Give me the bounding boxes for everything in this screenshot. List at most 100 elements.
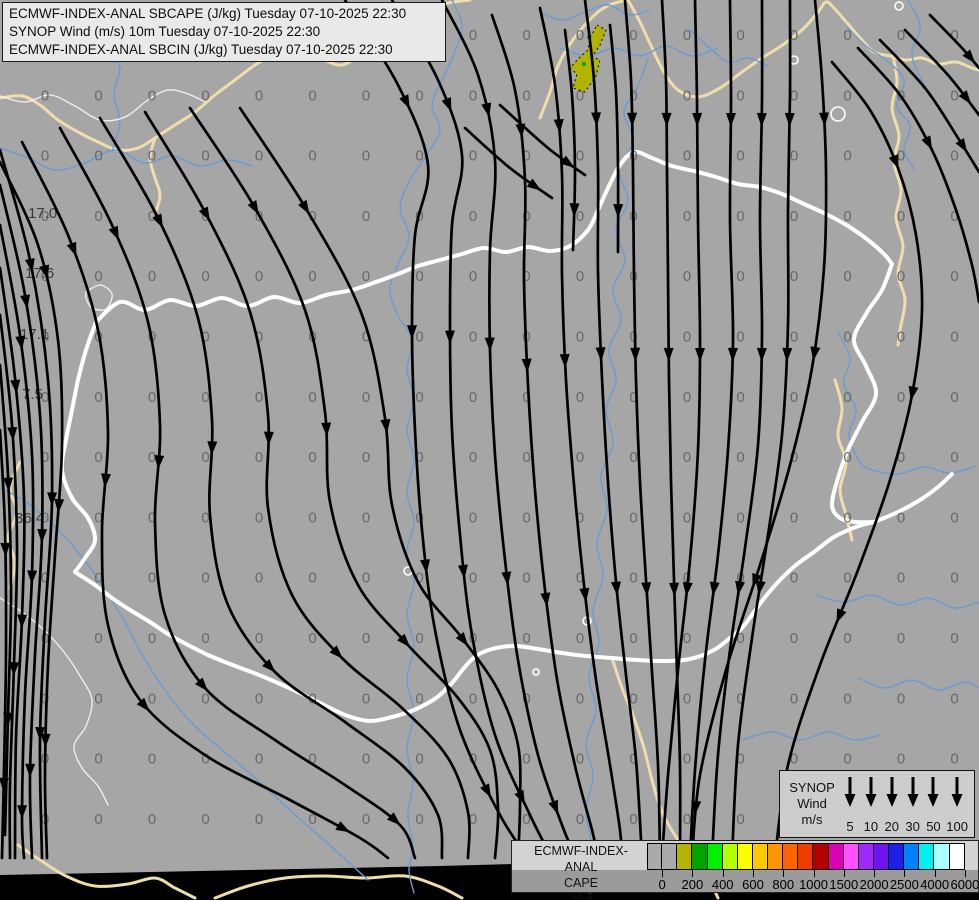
cape-color-swatch: [783, 843, 798, 870]
sbcin-grid-value: 0: [897, 389, 905, 406]
sbcin-grid-value: 0: [469, 268, 477, 285]
wind-speed-label: 20: [884, 819, 898, 834]
cape-tick-mark: [723, 870, 724, 877]
sbcin-grid-value: 0: [950, 630, 958, 647]
down-arrow-icon: [884, 774, 900, 808]
sbcin-grid-value: 0: [843, 630, 851, 647]
sbcin-grid-value: 0: [362, 87, 370, 104]
cape-tick-value: 400: [712, 877, 734, 892]
wind-legend-title-line: SYNOP: [789, 780, 835, 796]
sbcin-grid-value: 0: [736, 509, 744, 526]
cape-legend-title-line: CAPE: [520, 875, 642, 891]
cape-color-swatch: [677, 843, 692, 870]
title-line-sbcin: ECMWF-INDEX-ANAL SBCIN (J/kg) Tuesday 07…: [9, 41, 439, 59]
sbcin-grid-value: 0: [790, 630, 798, 647]
sbcin-grid-value: 0: [94, 690, 102, 707]
sbcin-grid-value: 0: [201, 449, 209, 466]
sbcin-grid-value: 0: [148, 449, 156, 466]
sbcin-grid-value: 0: [415, 690, 423, 707]
sbcin-grid-value: 0: [41, 87, 49, 104]
cape-tick-value: 4000: [920, 877, 949, 892]
sbcin-grid-value: 0: [362, 630, 370, 647]
sbcin-grid-value: 0: [950, 690, 958, 707]
sbcin-grid-value: 0: [362, 690, 370, 707]
cape-color-swatch: [874, 843, 889, 870]
wind-speed-label: 10: [864, 819, 878, 834]
sbcin-grid-value: 0: [576, 449, 584, 466]
sbcin-grid-value: 0: [308, 449, 316, 466]
sbcin-grid-value: 0: [469, 329, 477, 346]
sbcin-grid-value: 0: [843, 148, 851, 165]
wind-legend-title-line: Wind: [797, 796, 827, 812]
cape-tick-mark: [783, 870, 784, 877]
sbcin-grid-value: 0: [415, 811, 423, 828]
sbcin-grid-value: 0: [683, 268, 691, 285]
sbcin-grid-value: 0: [469, 570, 477, 587]
sbcin-grid-value: 0: [255, 751, 263, 768]
sbcin-grid-value: 0: [255, 449, 263, 466]
cape-color-swatch: [692, 843, 707, 870]
cape-tick-mark: [753, 870, 754, 877]
down-arrow-icon: [925, 774, 941, 808]
sbcin-grid-value: 0: [683, 509, 691, 526]
sbcin-grid-value: 0: [94, 630, 102, 647]
sbcin-grid-value: 0: [790, 268, 798, 285]
sbcin-grid-value: 0: [469, 449, 477, 466]
cape-tick-mark: [662, 870, 663, 877]
cape-color-swatch: [934, 843, 949, 870]
sbcin-grid-value: 0: [469, 87, 477, 104]
wind-legend: SYNOP Wind m/s 510203050100: [779, 770, 975, 838]
down-arrow-icon: [842, 774, 858, 808]
sbcin-grid-value: 0: [362, 148, 370, 165]
weather-map-view: 0 0 0 0 0 0 0 0 0 0 0 0 0 0 0 0 0 0 0 0 0 0 0 0 0 0 0 0 0 0 0 0 0 0 0 0 0 0 0 0…: [0, 0, 979, 900]
wind-legend-title: SYNOP Wind m/s: [784, 774, 840, 834]
sbcin-grid-value: 0: [683, 148, 691, 165]
sbcin-grid-value: 0: [790, 389, 798, 406]
cape-tick-value: 0: [659, 877, 666, 892]
sbcin-grid-value: 0: [576, 148, 584, 165]
sbcin-grid-value: 0: [522, 27, 530, 44]
sbcin-grid-value: 0: [415, 389, 423, 406]
cape-color-swatch: [753, 843, 768, 870]
sbcin-grid-value: 0: [576, 27, 584, 44]
sbcin-grid-value: 0: [469, 27, 477, 44]
sbcin-grid-value: 0: [94, 208, 102, 225]
sbcin-grid-value: 0: [148, 268, 156, 285]
sbcin-grid-value: 0: [522, 87, 530, 104]
sbcin-grid-value: 0: [255, 811, 263, 828]
sbcin-grid-value: 0: [201, 389, 209, 406]
sbcin-grid-value: 0: [736, 87, 744, 104]
sbcin-grid-value: 0: [736, 208, 744, 225]
wind-speed-column: 10: [863, 774, 879, 834]
sbcin-grid-value: 0: [576, 630, 584, 647]
sbcin-grid-value: 0: [522, 751, 530, 768]
cape-tick-mark: [814, 870, 815, 877]
sbcin-grid-value: 0: [576, 389, 584, 406]
sbcin-grid-value: 0: [843, 751, 851, 768]
sbcin-grid-value: 0: [362, 811, 370, 828]
sbcin-grid-value: 0: [683, 751, 691, 768]
sbcin-grid-value: 0: [362, 509, 370, 526]
cape-tick-value: 1000: [799, 877, 828, 892]
cape-legend: ECMWF-INDEX-ANAL CAPE J/kg 0200400600800…: [511, 840, 979, 893]
station-value-label: 17.0: [28, 205, 57, 222]
sbcin-grid-value: 0: [415, 751, 423, 768]
sbcin-grid-value: 0: [736, 148, 744, 165]
cape-tick-value: 6000: [950, 877, 979, 892]
sbcin-grid-value: 0: [683, 208, 691, 225]
sbcin-grid-value: 0: [790, 148, 798, 165]
cape-color-swatch: [813, 843, 828, 870]
sbcin-grid-value: 0: [94, 148, 102, 165]
cape-tick-mark: [874, 870, 875, 877]
sbcin-grid-value: 0: [736, 811, 744, 828]
sbcin-grid-value: 0: [201, 268, 209, 285]
sbcin-grid-value: 0: [201, 811, 209, 828]
sbcin-grid-value: 0: [950, 570, 958, 587]
sbcin-grid-value: 0: [683, 630, 691, 647]
sbcin-grid-value: 0: [255, 87, 263, 104]
sbcin-grid-value: 0: [843, 690, 851, 707]
cape-color-swatch: [723, 843, 738, 870]
sbcin-grid-value: 0: [843, 389, 851, 406]
sbcin-grid-value: 0: [683, 690, 691, 707]
sbcin-grid-value: 0: [94, 751, 102, 768]
